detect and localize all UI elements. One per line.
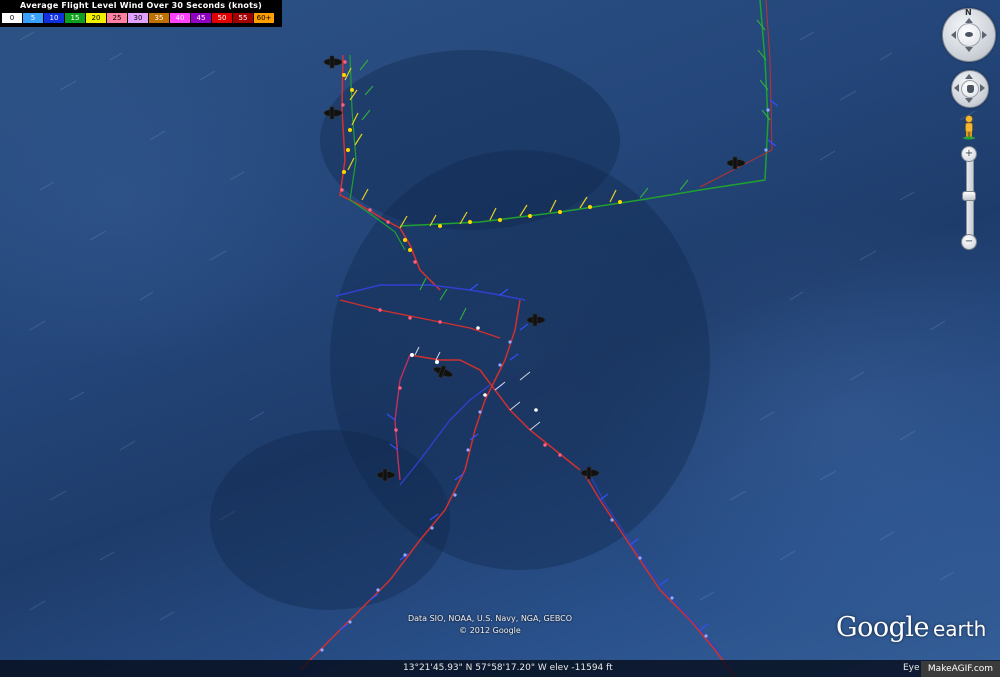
legend-scale-cell: 40 xyxy=(170,13,190,23)
legend-title: Average Flight Level Wind Over 30 Second… xyxy=(20,1,262,10)
observation-dots xyxy=(320,60,770,652)
wind-barbs-green xyxy=(359,19,771,321)
legend-scale-cell: 35 xyxy=(149,13,169,23)
flight-tracks-layer xyxy=(299,0,779,677)
look-left-arrow-icon[interactable] xyxy=(951,31,956,39)
pegman-icon[interactable] xyxy=(962,114,976,140)
north-label[interactable]: N xyxy=(965,8,972,17)
look-down-arrow-icon[interactable] xyxy=(965,47,973,52)
wind-barbs-yellow xyxy=(344,67,617,229)
flight-track-1-alt xyxy=(349,54,406,251)
look-right-arrow-icon[interactable] xyxy=(982,31,987,39)
move-left-arrow-icon[interactable] xyxy=(954,84,959,92)
zoom-thumb[interactable] xyxy=(962,191,976,201)
look-around-control[interactable]: N xyxy=(942,8,996,62)
flight-track-1 xyxy=(339,54,441,291)
coordinates-readout: 13°21'45.93" N 57°58'17.20" W elev -1159… xyxy=(403,663,613,673)
eye-altitude-label: Eye xyxy=(903,663,920,673)
aircraft-icon xyxy=(323,106,343,120)
legend-scale-cell: 45 xyxy=(191,13,211,23)
legend-scale-cell: 5 xyxy=(23,13,43,23)
aircraft-icon xyxy=(323,55,343,69)
aircraft-icons xyxy=(323,55,746,482)
zoom-slider[interactable]: + − xyxy=(961,146,977,251)
navigation-controls: N + − xyxy=(940,6,996,256)
aircraft-icon xyxy=(580,466,600,480)
map-view[interactable]: Average Flight Level Wind Over 30 Second… xyxy=(0,0,1000,677)
flight-track-2 xyxy=(399,0,769,227)
move-control[interactable] xyxy=(951,70,989,108)
watermark: MakeAGIF.com xyxy=(921,661,1000,677)
flight-track-3-alt xyxy=(339,299,501,339)
move-down-arrow-icon[interactable] xyxy=(965,98,973,103)
legend-scale-cell: 60+ xyxy=(254,13,274,23)
move-center[interactable] xyxy=(961,80,979,98)
flight-track-4-alt xyxy=(394,354,411,481)
eye-icon xyxy=(965,32,973,37)
legend-color-scale: 0 5 10 15 20 25 30 35 40 45 50 55 60+ xyxy=(2,13,275,23)
status-bar: 13°21'45.93" N 57°58'17.20" W elev -1159… xyxy=(0,660,1000,677)
logo-google-text: Google xyxy=(836,612,929,643)
move-up-arrow-icon[interactable] xyxy=(965,74,973,79)
aircraft-icon xyxy=(433,364,453,379)
legend-scale-cell: 30 xyxy=(128,13,148,23)
legend-scale-cell: 55 xyxy=(233,13,253,23)
legend-scale-cell: 50 xyxy=(212,13,232,23)
legend-scale-cell: 0 xyxy=(2,13,22,23)
legend-scale-cell: 10 xyxy=(44,13,64,23)
hand-icon xyxy=(967,85,974,93)
aircraft-icon xyxy=(376,468,396,482)
look-center[interactable] xyxy=(957,23,981,47)
flight-track-3 xyxy=(335,284,526,301)
credits-data-sources: Data SIO, NOAA, U.S. Navy, NGA, GEBCO xyxy=(407,614,573,623)
legend-scale-cell: 25 xyxy=(107,13,127,23)
aircraft-icon xyxy=(526,313,546,327)
aircraft-icon xyxy=(726,156,746,170)
legend-scale-cell: 20 xyxy=(86,13,106,23)
logo-earth-text: earth xyxy=(932,617,987,641)
wind-legend: Average Flight Level Wind Over 30 Second… xyxy=(0,0,282,27)
move-right-arrow-icon[interactable] xyxy=(980,84,985,92)
legend-scale-cell: 15 xyxy=(65,13,85,23)
zoom-in-button[interactable]: + xyxy=(961,146,977,162)
credits-copyright: © 2012 Google xyxy=(459,626,521,635)
google-earth-logo: Google earth xyxy=(836,612,986,643)
imagery-credits: Data SIO, NOAA, U.S. Navy, NGA, GEBCO © … xyxy=(370,613,610,637)
flight-track-7 xyxy=(584,474,736,677)
zoom-out-button[interactable]: − xyxy=(961,234,977,250)
